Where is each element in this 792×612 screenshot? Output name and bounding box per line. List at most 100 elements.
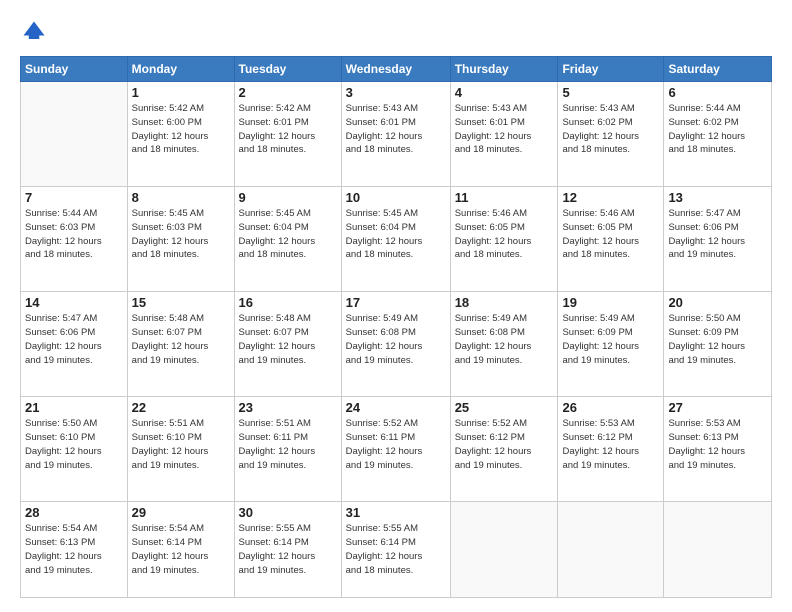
day-number: 7 [25,190,123,205]
calendar-cell: 31 Sunrise: 5:55 AM Sunset: 6:14 PM Dayli… [341,502,450,598]
day-number: 23 [239,400,337,415]
calendar-cell: 27Sunrise: 5:53 AM Sunset: 6:13 PM Dayli… [664,397,772,502]
col-friday: Friday [558,57,664,82]
calendar-cell: 3 Sunrise: 5:43 AM Sunset: 6:01 PM Daylig… [341,82,450,187]
day-info: Sunrise: 5:51 AM Sunset: 6:11 PM Dayligh… [239,417,337,472]
calendar-table: Sunday Monday Tuesday Wednesday Thursday… [20,56,772,598]
day-info: Sunrise: 5:52 AM Sunset: 6:11 PM Dayligh… [346,417,446,472]
day-number: 29 [132,505,230,520]
calendar-cell [664,502,772,598]
day-number: 8 [132,190,230,205]
day-info: Sunrise: 5:49 AM Sunset: 6:08 PM Dayligh… [455,312,554,367]
day-number: 14 [25,295,123,310]
page: Sunday Monday Tuesday Wednesday Thursday… [0,0,792,612]
day-info: Sunrise: 5:50 AM Sunset: 6:10 PM Dayligh… [25,417,123,472]
day-info: Sunrise: 5:42 AM Sunset: 6:00 PM Dayligh… [132,102,230,157]
calendar-cell: 8 Sunrise: 5:45 AM Sunset: 6:03 PM Daylig… [127,187,234,292]
calendar-cell: 15 Sunrise: 5:48 AM Sunset: 6:07 PM Dayli… [127,292,234,397]
logo-icon [20,18,48,46]
col-monday: Monday [127,57,234,82]
day-number: 19 [562,295,659,310]
calendar-cell: 20 Sunrise: 5:50 AM Sunset: 6:09 PM Dayli… [664,292,772,397]
day-info: Sunrise: 5:43 AM Sunset: 6:01 PM Dayligh… [346,102,446,157]
day-info: Sunrise: 5:44 AM Sunset: 6:03 PM Dayligh… [25,207,123,262]
day-number: 20 [668,295,767,310]
calendar-cell [558,502,664,598]
day-number: 11 [455,190,554,205]
day-info: Sunrise: 5:49 AM Sunset: 6:08 PM Dayligh… [346,312,446,367]
day-info: Sunrise: 5:45 AM Sunset: 6:04 PM Dayligh… [346,207,446,262]
day-info: Sunrise: 5:53 AM Sunset: 6:12 PM Dayligh… [562,417,659,472]
calendar-cell: 17 Sunrise: 5:49 AM Sunset: 6:08 PM Dayli… [341,292,450,397]
calendar-cell [450,502,558,598]
calendar-cell: 16 Sunrise: 5:48 AM Sunset: 6:07 PM Dayli… [234,292,341,397]
day-number: 10 [346,190,446,205]
day-info: Sunrise: 5:53 AM Sunset: 6:13 PM Dayligh… [668,417,767,472]
col-saturday: Saturday [664,57,772,82]
day-info: Sunrise: 5:42 AM Sunset: 6:01 PM Dayligh… [239,102,337,157]
calendar-cell: 19Sunrise: 5:49 AM Sunset: 6:09 PM Dayli… [558,292,664,397]
calendar-cell: 22 Sunrise: 5:51 AM Sunset: 6:10 PM Dayli… [127,397,234,502]
calendar-cell [21,82,128,187]
day-info: Sunrise: 5:47 AM Sunset: 6:06 PM Dayligh… [668,207,767,262]
calendar-cell: 18 Sunrise: 5:49 AM Sunset: 6:08 PM Dayli… [450,292,558,397]
calendar-cell: 28 Sunrise: 5:54 AM Sunset: 6:13 PM Dayli… [21,502,128,598]
day-info: Sunrise: 5:54 AM Sunset: 6:13 PM Dayligh… [25,522,123,577]
day-number: 25 [455,400,554,415]
day-info: Sunrise: 5:45 AM Sunset: 6:04 PM Dayligh… [239,207,337,262]
day-number: 21 [25,400,123,415]
day-info: Sunrise: 5:44 AM Sunset: 6:02 PM Dayligh… [668,102,767,157]
calendar-cell: 30 Sunrise: 5:55 AM Sunset: 6:14 PM Dayli… [234,502,341,598]
calendar-cell: 13 Sunrise: 5:47 AM Sunset: 6:06 PM Dayli… [664,187,772,292]
day-number: 22 [132,400,230,415]
day-number: 2 [239,85,337,100]
calendar-week-4: 21 Sunrise: 5:50 AM Sunset: 6:10 PM Dayli… [21,397,772,502]
calendar-cell: 9 Sunrise: 5:45 AM Sunset: 6:04 PM Daylig… [234,187,341,292]
day-info: Sunrise: 5:48 AM Sunset: 6:07 PM Dayligh… [239,312,337,367]
day-info: Sunrise: 5:47 AM Sunset: 6:06 PM Dayligh… [25,312,123,367]
calendar-week-5: 28 Sunrise: 5:54 AM Sunset: 6:13 PM Dayli… [21,502,772,598]
day-number: 13 [668,190,767,205]
header [20,18,772,46]
calendar-week-3: 14 Sunrise: 5:47 AM Sunset: 6:06 PM Dayli… [21,292,772,397]
day-number: 28 [25,505,123,520]
calendar-cell: 10 Sunrise: 5:45 AM Sunset: 6:04 PM Dayli… [341,187,450,292]
day-info: Sunrise: 5:55 AM Sunset: 6:14 PM Dayligh… [346,522,446,577]
day-number: 24 [346,400,446,415]
calendar-cell: 1 Sunrise: 5:42 AM Sunset: 6:00 PM Daylig… [127,82,234,187]
calendar-cell: 11 Sunrise: 5:46 AM Sunset: 6:05 PM Dayli… [450,187,558,292]
calendar-cell: 23 Sunrise: 5:51 AM Sunset: 6:11 PM Dayli… [234,397,341,502]
day-info: Sunrise: 5:51 AM Sunset: 6:10 PM Dayligh… [132,417,230,472]
day-number: 4 [455,85,554,100]
calendar-cell: 14 Sunrise: 5:47 AM Sunset: 6:06 PM Dayli… [21,292,128,397]
day-number: 9 [239,190,337,205]
day-number: 17 [346,295,446,310]
day-number: 16 [239,295,337,310]
logo [20,18,52,46]
day-number: 18 [455,295,554,310]
calendar-cell: 24 Sunrise: 5:52 AM Sunset: 6:11 PM Dayli… [341,397,450,502]
day-info: Sunrise: 5:50 AM Sunset: 6:09 PM Dayligh… [668,312,767,367]
calendar-cell: 25Sunrise: 5:52 AM Sunset: 6:12 PM Dayli… [450,397,558,502]
day-number: 26 [562,400,659,415]
calendar-week-2: 7 Sunrise: 5:44 AM Sunset: 6:03 PM Daylig… [21,187,772,292]
day-number: 30 [239,505,337,520]
col-tuesday: Tuesday [234,57,341,82]
calendar-cell: 26 Sunrise: 5:53 AM Sunset: 6:12 PM Dayli… [558,397,664,502]
col-thursday: Thursday [450,57,558,82]
day-info: Sunrise: 5:46 AM Sunset: 6:05 PM Dayligh… [562,207,659,262]
calendar-cell: 7 Sunrise: 5:44 AM Sunset: 6:03 PM Daylig… [21,187,128,292]
day-info: Sunrise: 5:43 AM Sunset: 6:01 PM Dayligh… [455,102,554,157]
col-sunday: Sunday [21,57,128,82]
day-info: Sunrise: 5:43 AM Sunset: 6:02 PM Dayligh… [562,102,659,157]
day-number: 1 [132,85,230,100]
day-info: Sunrise: 5:46 AM Sunset: 6:05 PM Dayligh… [455,207,554,262]
day-number: 3 [346,85,446,100]
day-number: 31 [346,505,446,520]
day-info: Sunrise: 5:45 AM Sunset: 6:03 PM Dayligh… [132,207,230,262]
day-info: Sunrise: 5:48 AM Sunset: 6:07 PM Dayligh… [132,312,230,367]
day-number: 12 [562,190,659,205]
day-info: Sunrise: 5:55 AM Sunset: 6:14 PM Dayligh… [239,522,337,577]
day-number: 15 [132,295,230,310]
calendar-cell: 5Sunrise: 5:43 AM Sunset: 6:02 PM Daylig… [558,82,664,187]
